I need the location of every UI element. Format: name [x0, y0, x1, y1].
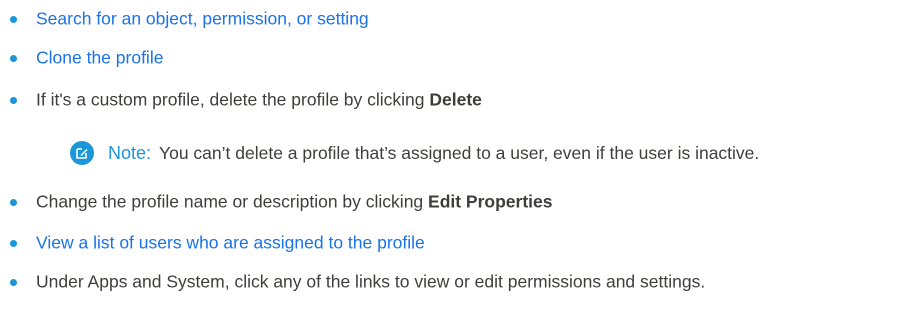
note-text: You can’t delete a profile that’s assign… — [159, 142, 760, 163]
delete-profile-instruction: If it's a custom profile, delete the pro… — [36, 91, 482, 109]
bullet-dot — [10, 198, 17, 206]
bullet-dot — [10, 239, 17, 247]
edit-properties-text: Change the profile name or description b… — [36, 191, 429, 212]
view-assigned-users-link[interactable]: View a list of users who are assigned to… — [36, 234, 425, 252]
apps-system-instruction: Under Apps and System, click any of the … — [36, 271, 706, 292]
note-callout: Note: You can’t delete a profile that’s … — [70, 137, 759, 169]
bullet-dot — [10, 15, 17, 23]
delete-instruction-text: If it's a custom profile, delete the pro… — [36, 89, 430, 110]
note-label: Note: — [108, 142, 152, 163]
bullet-dot — [10, 96, 17, 104]
clone-profile-link[interactable]: Clone the profile — [36, 49, 163, 67]
bullet-dot — [10, 278, 17, 286]
search-object-link[interactable]: Search for an object, permission, or set… — [36, 10, 369, 28]
bullet-dot — [10, 54, 17, 62]
edit-properties-button-label: Edit Properties — [428, 191, 553, 212]
delete-button-label: Delete — [429, 89, 482, 110]
edit-properties-instruction: Change the profile name or description b… — [36, 193, 553, 211]
edit-note-icon — [70, 141, 94, 165]
